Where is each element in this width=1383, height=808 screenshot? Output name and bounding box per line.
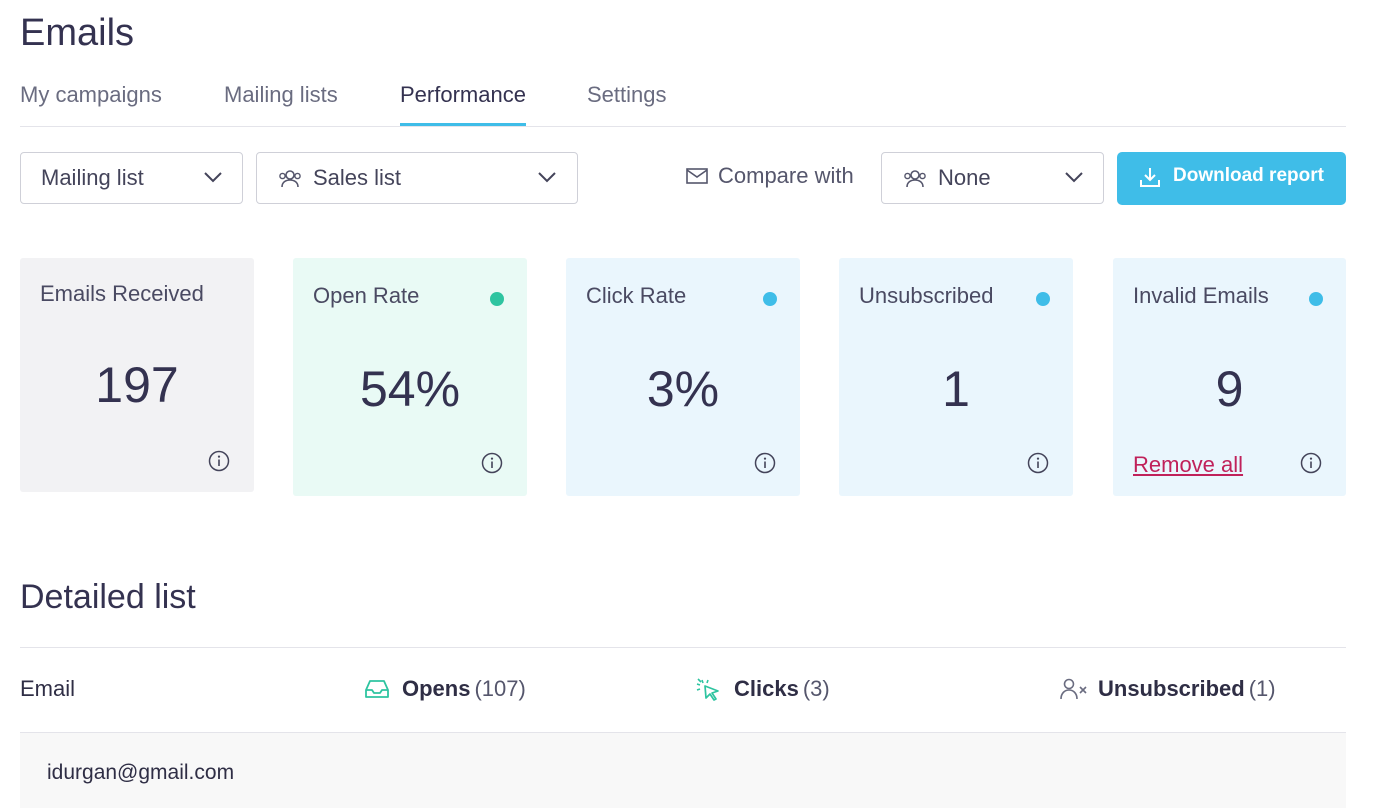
user-remove-icon: [1060, 678, 1087, 700]
download-report-button[interactable]: Download report: [1117, 152, 1346, 205]
card-title: Click Rate: [586, 283, 687, 308]
users-icon: [904, 170, 926, 188]
section-title: Detailed list: [20, 578, 196, 616]
card-emails-received: Emails Received 197: [20, 258, 254, 492]
mail-icon: [686, 168, 708, 184]
compare-select[interactable]: None: [881, 152, 1104, 204]
card-unsubscribed: Unsubscribed 1: [839, 258, 1073, 496]
card-title: Emails Received: [40, 281, 204, 306]
clicks-count: (3): [802, 676, 830, 701]
card-value: 54%: [359, 361, 461, 417]
tab-mailing-lists[interactable]: Mailing lists: [224, 82, 338, 125]
compare-with-text: Compare with: [718, 163, 854, 188]
chevron-down-icon: [1065, 172, 1083, 183]
card-open-rate: Open Rate 54%: [293, 258, 527, 496]
chevron-down-icon: [538, 172, 556, 183]
info-icon[interactable]: [1300, 452, 1322, 474]
mailing-list-type-select[interactable]: Mailing list: [20, 152, 243, 204]
column-email[interactable]: Email: [20, 676, 75, 702]
card-value: 1: [942, 361, 970, 417]
opens-label: Opens: [402, 676, 471, 701]
tab-bar: My campaigns Mailing lists Performance S…: [20, 80, 1346, 127]
email-cell: idurgan@gmail.com: [47, 761, 235, 784]
cursor-click-icon: [696, 678, 719, 701]
card-value: 197: [95, 357, 179, 413]
unsubscribed-count: (1): [1248, 676, 1276, 701]
status-dot: [1036, 292, 1050, 306]
card-title: Invalid Emails: [1133, 283, 1269, 308]
status-dot: [1309, 292, 1323, 306]
users-icon: [279, 170, 301, 188]
tab-performance[interactable]: Performance: [400, 82, 526, 126]
card-value: 9: [1215, 361, 1244, 417]
card-click-rate: Click Rate 3%: [566, 258, 800, 496]
info-icon[interactable]: [754, 452, 776, 474]
info-icon[interactable]: [208, 450, 230, 472]
download-report-label: Download report: [1173, 165, 1324, 186]
select-value: Mailing list: [41, 165, 144, 190]
info-icon[interactable]: [1027, 452, 1049, 474]
card-invalid-emails: Invalid Emails 9 Remove all: [1113, 258, 1346, 496]
card-title: Unsubscribed: [859, 283, 994, 308]
tab-settings[interactable]: Settings: [587, 82, 667, 125]
remove-all-link[interactable]: Remove all: [1133, 452, 1243, 478]
clicks-label: Clicks: [734, 676, 799, 701]
tab-my-campaigns[interactable]: My campaigns: [20, 82, 162, 125]
chevron-down-icon: [204, 172, 222, 183]
card-title: Open Rate: [313, 283, 420, 308]
list-select[interactable]: Sales list: [256, 152, 578, 204]
inbox-icon: [365, 680, 389, 698]
status-dot: [490, 292, 504, 306]
unsubscribed-label: Unsubscribed: [1098, 676, 1245, 701]
select-value: None: [938, 165, 991, 190]
table-header: Email Opens (107) Clicks (3) Unsubscribed(…: [20, 648, 1346, 733]
card-value: 3%: [646, 361, 720, 417]
download-icon: [1140, 168, 1160, 187]
select-value: Sales list: [313, 165, 402, 190]
opens-count: (107): [474, 676, 526, 701]
status-dot: [763, 292, 777, 306]
info-icon[interactable]: [481, 452, 503, 474]
page-title: Emails: [20, 12, 135, 54]
table-row[interactable]: idurgan@gmail.com: [20, 733, 1346, 808]
